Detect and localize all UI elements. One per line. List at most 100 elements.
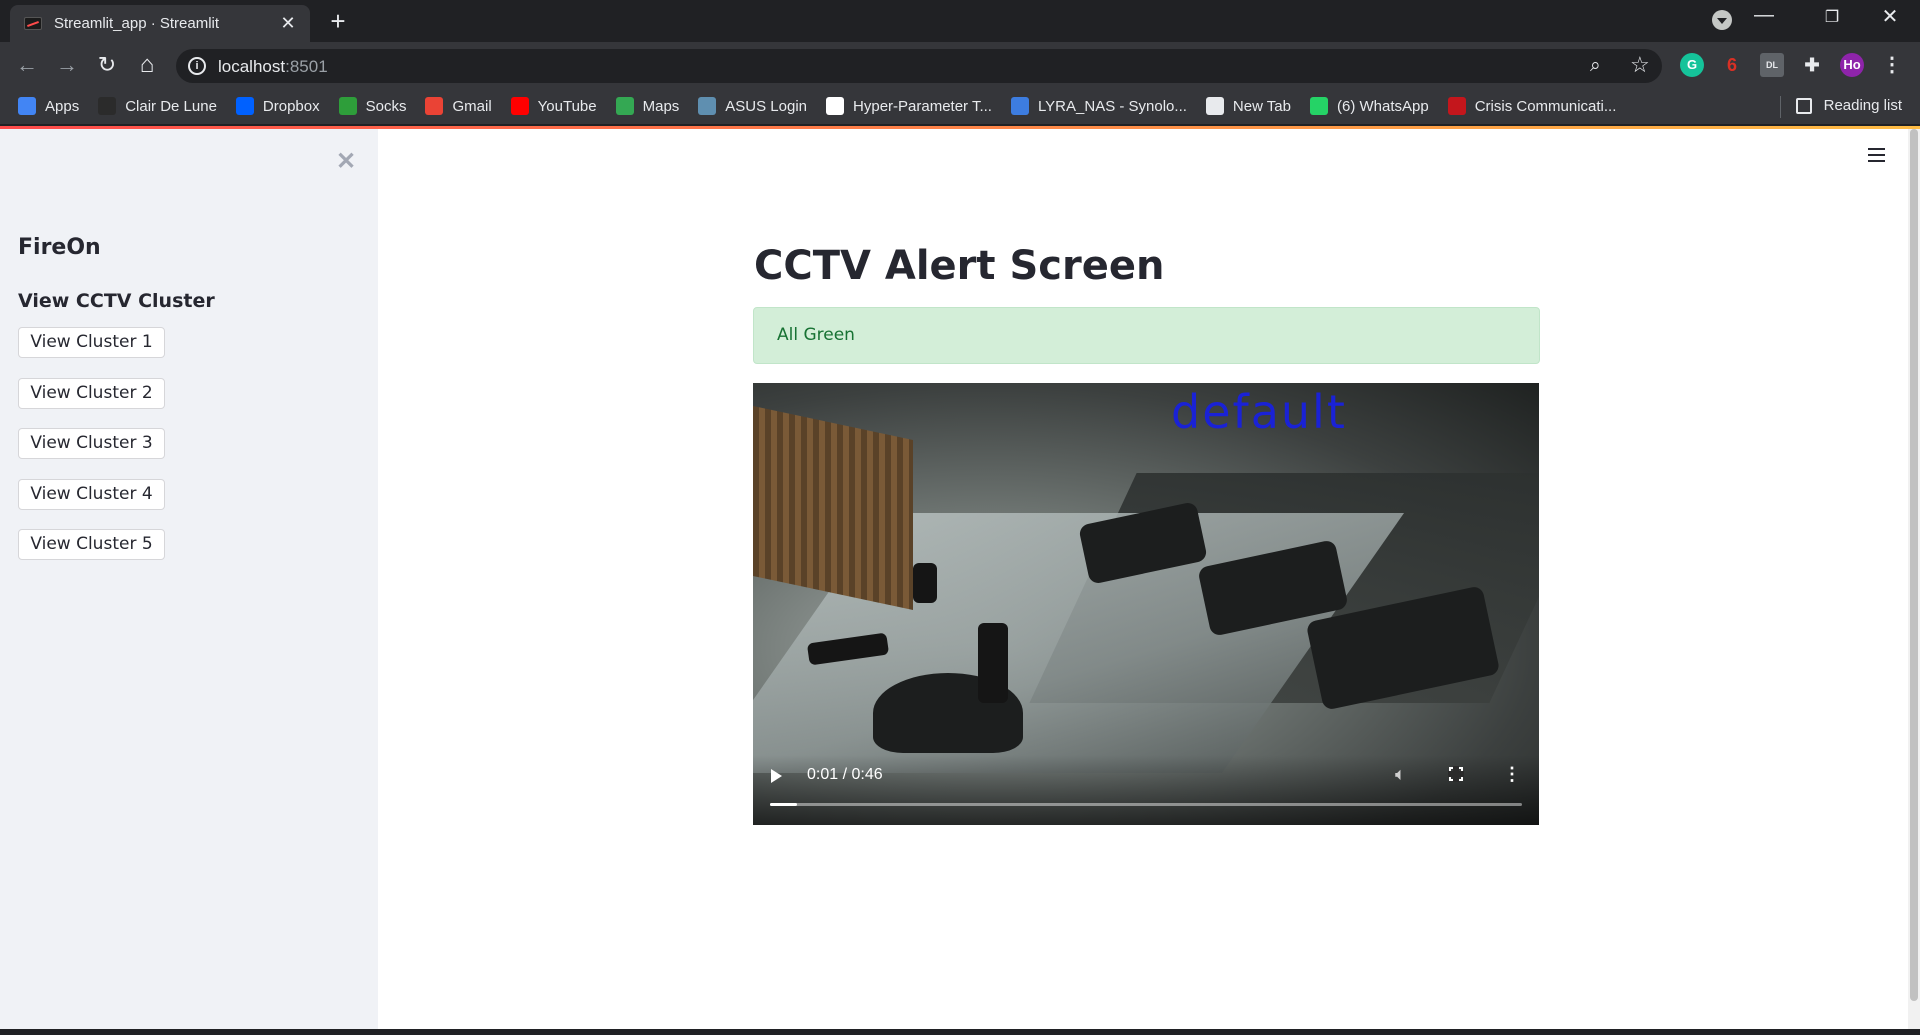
bookmark-item[interactable]: Apps [18,97,79,115]
bookmarks-separator [1780,96,1781,118]
person-silhouette [913,563,937,603]
bookmark-item[interactable]: YouTube [510,97,597,115]
maps-icon [615,97,634,115]
alert-text: All Green [777,325,855,345]
bookmark-item[interactable]: (6) WhatsApp [1310,97,1429,115]
play-icon[interactable] [771,769,782,783]
person-silhouette [978,623,1008,703]
hyper-parameter-icon [826,97,845,115]
bookmark-label: Gmail [452,97,492,115]
browser-tab[interactable]: Streamlit_app · Streamlit ✕ [10,5,310,42]
bookmark-label: Dropbox [262,97,320,115]
tab-search-icon[interactable] [1712,10,1732,30]
hbr-icon [1447,97,1466,115]
bookmark-label: Clair De Lune [125,97,217,115]
zoom-icon[interactable]: ⌕ [1590,55,1601,77]
bookmark-label: ASUS Login [725,97,808,115]
view-cluster-5-button[interactable]: View Cluster 5 [18,529,165,560]
window-close-button[interactable]: ✕ [1870,4,1910,29]
browser-menu-icon[interactable]: ⋮ [1880,53,1904,77]
hamburger-menu-icon[interactable] [1868,148,1885,166]
video-time-display: 0:01 / 0:46 [807,766,883,783]
bookmarks-bar: Apps Clair De Lune Dropbox Socks Gmail YouTub… [0,88,1920,125]
bookmark-item[interactable]: LYRA_NAS - Synolo... [1010,97,1187,115]
restore-button[interactable]: ❐ [1812,7,1852,27]
clair-de-lune-icon [98,97,117,115]
gmail-icon [425,97,444,115]
app-viewport: ✕ FireOn View CCTV Cluster View Cluster … [0,126,1920,1029]
bookmark-item[interactable]: Gmail [425,97,492,115]
site-info-icon[interactable]: i [188,57,206,75]
view-cluster-2-button[interactable]: View Cluster 2 [18,378,165,409]
sidebar-close-button[interactable]: ✕ [336,147,356,176]
wooden-fence [753,405,913,611]
extensions-puzzle-icon[interactable]: ✚ [1800,53,1824,77]
reading-list-button[interactable]: Reading list [1795,97,1902,114]
fullscreen-icon[interactable] [1448,766,1464,782]
bookmark-item[interactable]: ASUS Login [698,97,807,115]
youtube-icon [510,97,529,115]
tab-title: Streamlit_app · Streamlit [54,15,220,32]
url-text[interactable]: localhost:8501 [218,57,328,77]
bookmark-label: Maps [642,97,680,115]
bookmark-label: Apps [45,97,80,115]
page-title: CCTV Alert Screen [754,243,1165,289]
bookmark-item[interactable]: Socks [338,97,406,115]
globe-icon [1205,97,1224,115]
dropbox-icon [235,97,254,115]
reload-button[interactable]: ↻ [92,50,122,80]
video-controls: 0:01 / 0:46 🔈︎ ⋮ [753,755,1539,825]
bookmark-label: YouTube [537,97,597,115]
browser-tab-strip: Streamlit_app · Streamlit ✕ + — ❐ ✕ [0,0,1920,42]
asus-icon [698,97,717,115]
status-alert: All Green [753,307,1540,364]
view-cluster-4-button[interactable]: View Cluster 4 [18,479,165,510]
bookmark-item[interactable]: Crisis Communicati... [1447,97,1617,115]
zoom-dl-icon[interactable]: DL [1760,53,1784,77]
view-cluster-1-button[interactable]: View Cluster 1 [18,327,165,358]
more-options-icon[interactable]: ⋮ [1503,764,1521,785]
bookmark-label: Hyper-Parameter T... [853,97,992,115]
grammarly-icon[interactable]: G [1680,53,1704,77]
streamlit-favicon-icon [24,17,42,30]
synology-icon [1010,97,1029,115]
bookmark-label: Crisis Communicati... [1474,97,1617,115]
reading-list-label: Reading list [1823,97,1902,114]
back-button[interactable]: ← [12,50,42,80]
whatsapp-icon [1310,97,1328,115]
section-heading: View CCTV Cluster [18,290,215,312]
tab-close-button[interactable]: ✕ [278,13,298,34]
bookmark-item[interactable]: Clair De Lune [98,97,217,115]
bookmark-label: LYRA_NAS - Synolo... [1037,97,1187,115]
forward-button[interactable]: → [52,50,82,80]
video-progress-fill [770,803,798,806]
bookmark-label: New Tab [1232,97,1291,115]
bookmark-label: (6) WhatsApp [1337,97,1429,115]
socks-icon [338,97,357,115]
bookmark-item[interactable]: Hyper-Parameter T... [826,97,992,115]
new-tab-button[interactable]: + [324,6,352,37]
page-scrollbar[interactable] [1908,129,1920,1029]
sidebar: ✕ FireOn View CCTV Cluster View Cluster … [0,129,378,1029]
apps-grid-icon [18,97,36,115]
minimize-button[interactable]: — [1744,4,1784,27]
extension-red-icon[interactable]: 6 [1720,53,1744,77]
video-progress-bar[interactable] [770,803,1522,806]
url-host: localhost [218,57,286,76]
bookmark-item[interactable]: Maps [615,97,680,115]
cctv-video-player[interactable]: default 0:01 / 0:46 🔈︎ ⋮ [753,383,1539,825]
profile-avatar[interactable]: Ho [1840,53,1864,77]
browser-toolbar: ← → ↻ ⌂ i localhost:8501 ⌕ ☆ G 6 DL ✚ Ho… [0,42,1920,88]
scrollbar-thumb[interactable] [1910,129,1918,1001]
bookmark-item[interactable]: Dropbox [235,97,320,115]
video-overlay-text: default [1171,385,1347,439]
bookmark-star-icon[interactable]: ☆ [1630,52,1650,78]
view-cluster-3-button[interactable]: View Cluster 3 [18,428,165,459]
home-button[interactable]: ⌂ [132,50,162,80]
mute-icon[interactable]: 🔈︎ [1395,764,1406,785]
bookmark-item[interactable]: New Tab [1205,97,1291,115]
window-bottom-edge [0,1029,1920,1035]
reading-list-icon [1795,97,1812,114]
address-bar[interactable]: i localhost:8501 ⌕ ☆ [176,49,1662,83]
app-name-heading: FireOn [18,235,101,260]
